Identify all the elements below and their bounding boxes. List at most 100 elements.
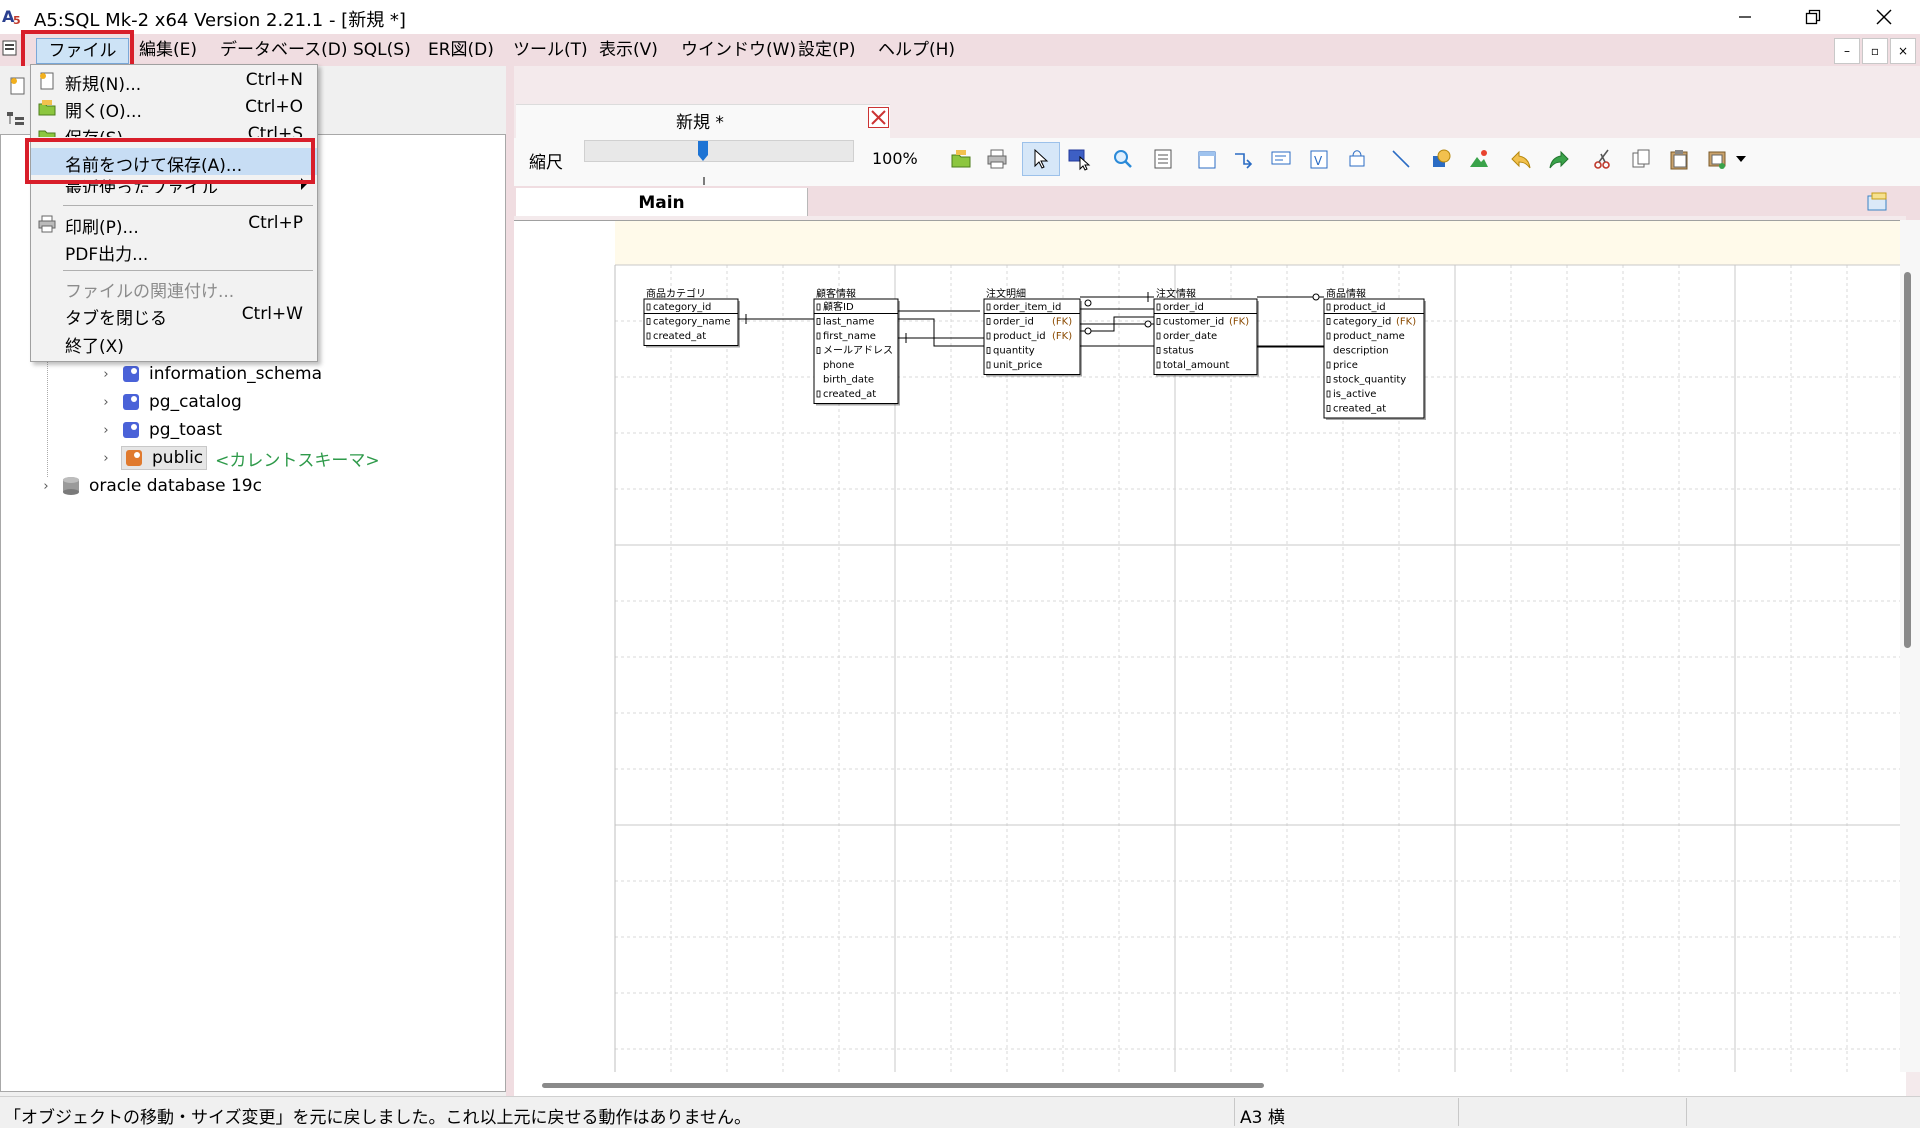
menu-window[interactable]: ウインドウ(W) xyxy=(681,39,796,61)
menu-er[interactable]: ER図(D) xyxy=(428,39,494,61)
file-menu-exit[interactable]: 終了(X) xyxy=(31,329,317,357)
er-column: created_at xyxy=(1333,404,1386,415)
tree-item-label: public xyxy=(152,448,204,468)
er-column: description xyxy=(1333,346,1389,357)
tree-item-oracle[interactable]: › oracle database 19c xyxy=(39,473,262,499)
horizontal-scrollbar-thumb[interactable] xyxy=(542,1083,1264,1088)
database-icon xyxy=(63,477,79,495)
tree-view-icon[interactable] xyxy=(6,110,26,128)
add-relation-icon[interactable] xyxy=(1230,146,1256,172)
er-entity[interactable]: 顧客情報顧客ID last_name first_name メールアドレス phone b… xyxy=(813,287,900,406)
open-icon[interactable] xyxy=(948,146,974,172)
select-tool-button[interactable] xyxy=(1022,142,1060,176)
er-column-marker xyxy=(986,332,991,340)
redo-icon[interactable] xyxy=(1546,146,1572,172)
vertical-scrollbar-thumb[interactable] xyxy=(1904,272,1911,648)
rect-select-icon[interactable] xyxy=(1066,146,1092,172)
close-icon xyxy=(1876,9,1892,25)
mdi-minimize-button[interactable]: – xyxy=(1834,38,1860,64)
close-icon xyxy=(871,110,886,125)
chevron-right-icon[interactable]: › xyxy=(39,479,53,494)
file-menu-dropdown: 新規(N)... Ctrl+N 開く(O)... Ctrl+O 保存(S) Ct… xyxy=(30,64,318,362)
canvas-margin xyxy=(615,221,1906,265)
dropdown-arrow-icon[interactable] xyxy=(1736,156,1746,162)
menu-help[interactable]: ヘルプ(H) xyxy=(878,39,955,61)
er-column: 顧客ID xyxy=(823,300,854,313)
er-column-marker xyxy=(986,303,991,311)
status-separator xyxy=(1686,1098,1687,1126)
er-entity[interactable]: 商品情報 product_id category_id (FK) product_nam… xyxy=(1323,287,1426,420)
er-optional-marker xyxy=(1312,293,1320,301)
menu-database[interactable]: データベース(D) xyxy=(220,39,348,61)
shape-tool-icon[interactable] xyxy=(1428,146,1454,172)
menu-sql[interactable]: SQL(S) xyxy=(353,39,411,61)
mdi-restore-button[interactable]: ▫ xyxy=(1862,38,1888,64)
er-entity[interactable]: 注文明細 order_item_id order_id (FK) product_id (… xyxy=(983,287,1082,377)
restore-button[interactable] xyxy=(1784,0,1842,34)
er-diagram-canvas[interactable]: 商品カテゴリ category_id category_name created_at… xyxy=(514,220,1906,1072)
undo-icon[interactable] xyxy=(1508,146,1534,172)
er-column-marker xyxy=(986,347,991,354)
menu-tools[interactable]: ツール(T) xyxy=(513,39,588,61)
new-connection-icon[interactable] xyxy=(8,76,28,96)
minimize-button[interactable] xyxy=(1716,0,1774,34)
er-diagram[interactable]: 商品カテゴリ category_id category_name created_at… xyxy=(514,221,1906,1072)
er-column: order_date xyxy=(1163,331,1217,342)
menu-edit[interactable]: 編集(E) xyxy=(139,39,197,61)
entity-list-icon[interactable] xyxy=(1150,146,1176,172)
er-entity[interactable]: 注文情報 order_id customer_id (FK) order_datesta… xyxy=(1153,287,1259,377)
tree-item-information-schema[interactable]: › information_schema xyxy=(99,361,322,387)
chevron-right-icon[interactable]: › xyxy=(99,451,113,466)
add-view-icon[interactable]: V xyxy=(1306,146,1332,172)
er-column-marker xyxy=(646,332,651,340)
schema-icon xyxy=(123,394,139,410)
menu-view[interactable]: 表示(V) xyxy=(599,39,658,61)
file-menu-save[interactable]: 保存(S) Ctrl+S xyxy=(31,121,317,137)
tree-item-pg-catalog[interactable]: › pg_catalog xyxy=(99,389,241,415)
copy-icon[interactable] xyxy=(1628,146,1654,172)
file-menu-new[interactable]: 新規(N)... Ctrl+N xyxy=(31,67,317,95)
tab-close-button[interactable] xyxy=(868,107,889,128)
er-fk-tag: (FK) xyxy=(1052,317,1072,328)
chevron-right-icon[interactable]: › xyxy=(99,395,113,410)
er-column-marker xyxy=(986,361,991,369)
paste-icon[interactable] xyxy=(1666,146,1692,172)
add-comment-icon[interactable] xyxy=(1268,146,1294,172)
er-optional-marker xyxy=(1084,327,1092,335)
zoom-slider[interactable] xyxy=(584,140,854,162)
tree-item-pg-toast[interactable]: › pg_toast xyxy=(99,417,222,443)
line-tool-icon[interactable] xyxy=(1388,146,1414,172)
schema-icon xyxy=(126,450,142,466)
er-column: category_id xyxy=(653,302,711,313)
pane-splitter[interactable] xyxy=(506,66,514,1096)
chevron-right-icon[interactable]: › xyxy=(99,423,113,438)
file-menu-open[interactable]: 開く(O)... Ctrl+O xyxy=(31,94,317,122)
image-tool-icon[interactable] xyxy=(1466,146,1492,172)
close-button[interactable] xyxy=(1855,0,1913,34)
zoom-slider-thumb[interactable] xyxy=(697,140,709,162)
self-relation-icon[interactable] xyxy=(1344,146,1370,172)
svg-text:5: 5 xyxy=(13,14,21,26)
chevron-right-icon[interactable]: › xyxy=(99,367,113,382)
scale-label: 縮尺 xyxy=(529,153,563,173)
selected-node[interactable]: public xyxy=(121,446,208,470)
er-entity-name: 顧客情報 xyxy=(816,287,856,300)
file-menu-close-tab[interactable]: タブを閉じる Ctrl+W xyxy=(31,301,317,329)
zoom-tool-icon[interactable] xyxy=(1110,146,1136,172)
cut-icon[interactable] xyxy=(1590,146,1616,172)
er-column-marker xyxy=(1326,390,1331,398)
file-menu-print[interactable]: 印刷(P)... Ctrl+P xyxy=(31,210,317,238)
er-column-marker xyxy=(1326,318,1331,325)
add-entity-icon[interactable] xyxy=(1194,146,1220,172)
mdi-close-button[interactable]: × xyxy=(1890,38,1916,64)
tree-item-public[interactable]: › public <カレントスキーマ> xyxy=(99,445,380,471)
status-separator xyxy=(1234,1098,1235,1126)
page-add-icon[interactable] xyxy=(1866,192,1890,214)
tree-item-label: pg_toast xyxy=(149,420,223,440)
er-fk-tag: (FK) xyxy=(1052,331,1072,342)
menu-settings[interactable]: 設定(P) xyxy=(798,39,856,61)
pointer-icon xyxy=(1034,148,1049,169)
print-icon[interactable] xyxy=(984,146,1010,172)
file-menu-pdf[interactable]: PDF出力... xyxy=(31,237,317,265)
paste-special-icon[interactable] xyxy=(1704,146,1730,172)
